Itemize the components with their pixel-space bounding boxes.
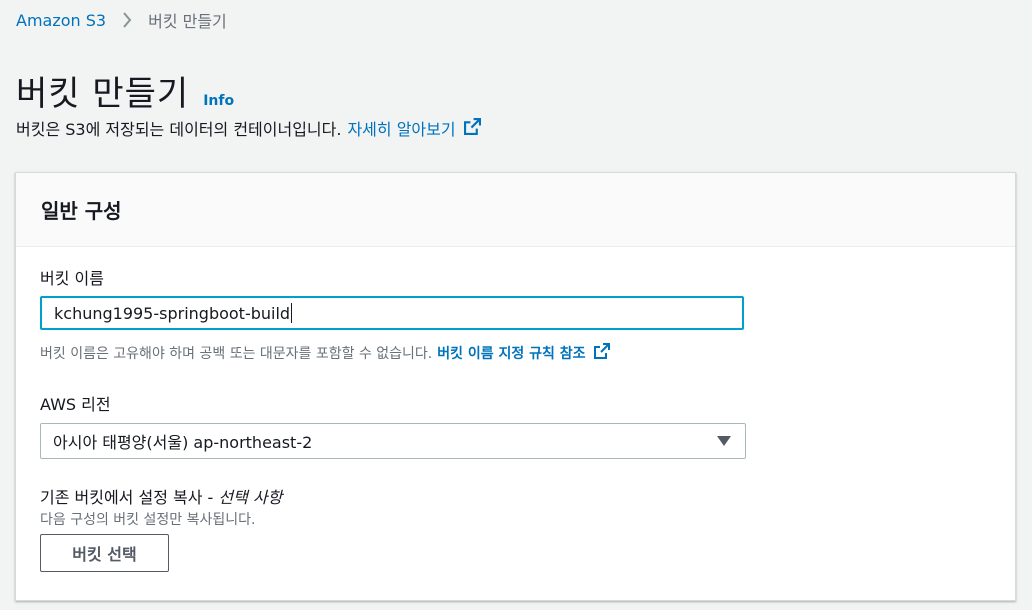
bucket-name-value: kchung1995-springboot-build [54, 303, 291, 323]
general-config-panel: 일반 구성 버킷 이름 kchung1995-springboot-build … [15, 172, 1016, 601]
external-link-icon [593, 343, 610, 363]
region-selected-value: 아시아 태평양(서울) ap-northeast-2 [53, 433, 313, 452]
caret-down-icon [717, 436, 731, 446]
breadcrumb: Amazon S3 버킷 만들기 [16, 8, 227, 32]
region-label: AWS 리전 [40, 395, 111, 414]
copy-settings-description: 다음 구성의 버킷 설정만 복사됩니다. [40, 512, 256, 528]
copy-settings-label-text: 기존 버킷에서 설정 복사 - [40, 488, 219, 507]
optional-tag: 선택 사항 [218, 488, 283, 507]
external-link-icon [463, 117, 481, 139]
breadcrumb-current: 버킷 만들기 [148, 12, 227, 31]
copy-settings-label: 기존 버킷에서 설정 복사 - 선택 사항 [40, 484, 282, 508]
region-select[interactable]: 아시아 태평양(서울) ap-northeast-2 [40, 423, 746, 459]
panel-title: 일반 구성 [41, 199, 122, 223]
learn-more-label: 자세히 알아보기 [347, 120, 456, 139]
text-cursor [291, 303, 293, 323]
bucket-name-hint-text: 버킷 이름은 고유해야 하며 공백 또는 대문자를 포함할 수 없습니다. [40, 346, 433, 362]
bucket-name-input[interactable]: kchung1995-springboot-build [40, 296, 744, 330]
info-link[interactable]: Info [203, 93, 234, 109]
bucket-name-hint: 버킷 이름은 고유해야 하며 공백 또는 대문자를 포함할 수 없습니다. 버킷… [40, 343, 610, 363]
learn-more-link[interactable]: 자세히 알아보기 [347, 116, 481, 140]
page-description: 버킷은 S3에 저장되는 데이터의 컨테이너입니다. 자세히 알아보기 [16, 116, 481, 140]
page-header: 버킷 만들기 Info [16, 66, 234, 115]
description-text: 버킷은 S3에 저장되는 데이터의 컨테이너입니다. [16, 120, 342, 139]
panel-header: 일반 구성 [16, 173, 1015, 247]
bucket-name-label: 버킷 이름 [40, 269, 104, 288]
naming-rules-link[interactable]: 버킷 이름 지정 규칙 참조 [437, 343, 610, 363]
choose-bucket-button[interactable]: 버킷 선택 [40, 534, 169, 572]
page-title: 버킷 만들기 [16, 74, 190, 114]
naming-rules-label: 버킷 이름 지정 규칙 참조 [437, 346, 586, 362]
breadcrumb-amazon-s3[interactable]: Amazon S3 [16, 11, 106, 30]
chevron-right-icon [122, 12, 132, 28]
